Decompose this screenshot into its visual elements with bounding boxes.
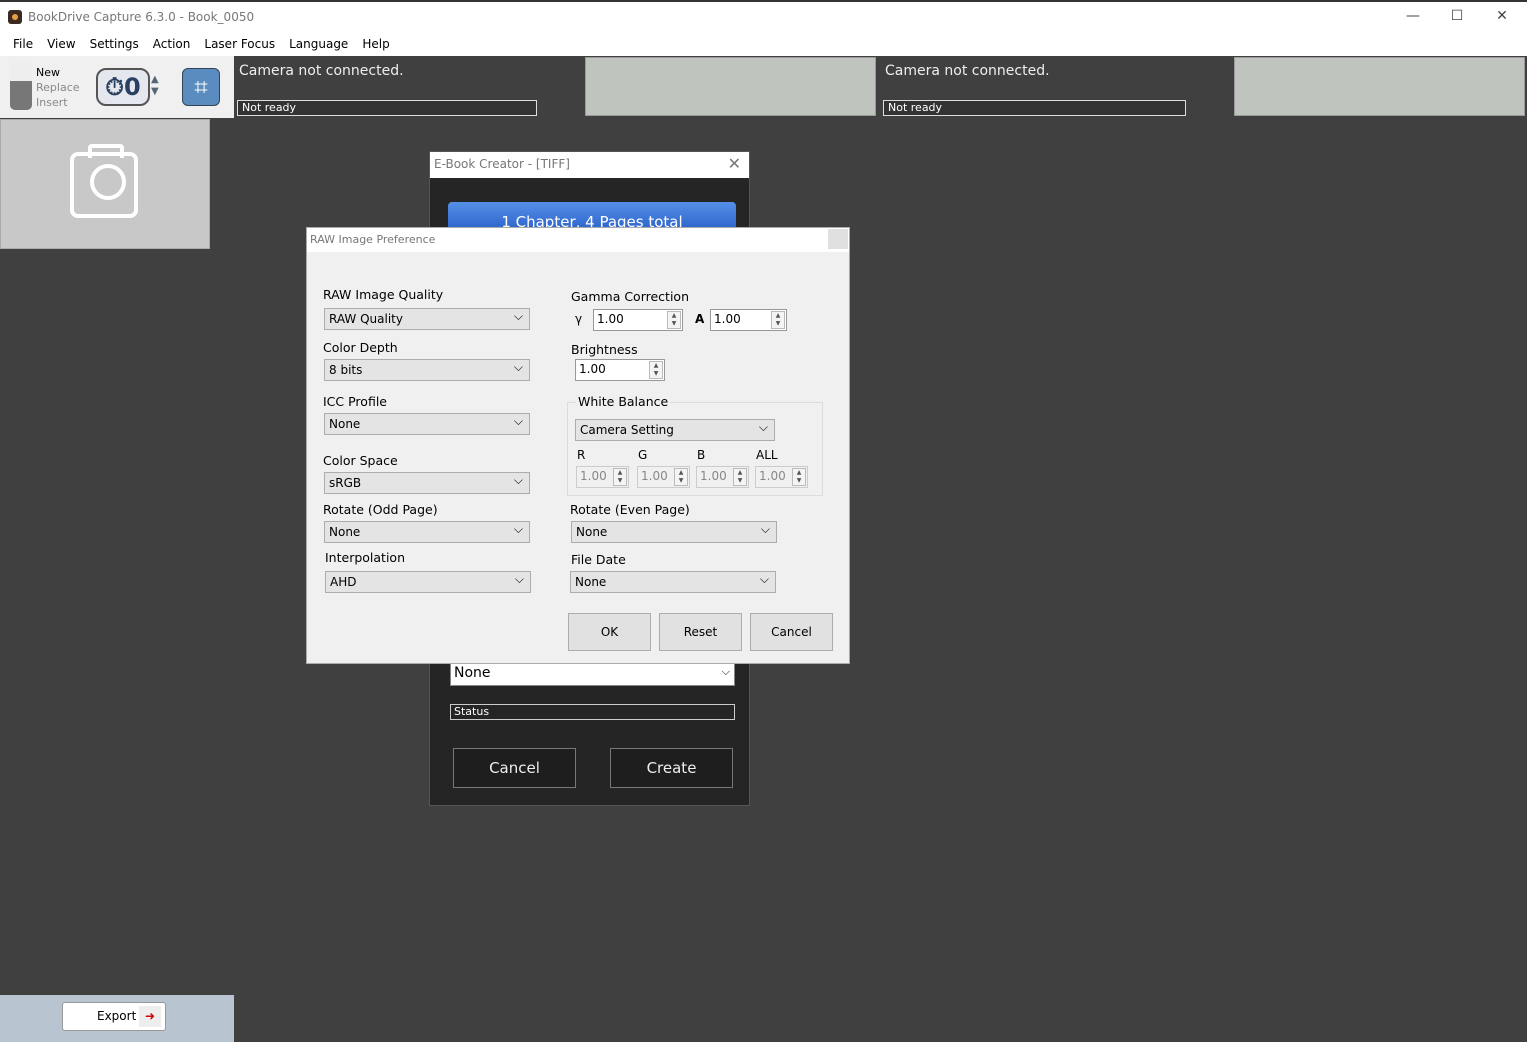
wb-r-input[interactable]: 1.00 ▲ ▼ xyxy=(576,466,629,488)
menu-language[interactable]: Language xyxy=(282,32,355,56)
raw-quality-select[interactable]: RAW Quality xyxy=(324,308,530,330)
brightness-input[interactable]: 1.00 ▲ ▼ xyxy=(575,359,665,381)
ebook-select[interactable]: None ⌵ xyxy=(450,662,735,686)
interpolation-select[interactable]: AHD xyxy=(325,571,531,593)
timer-button[interactable]: ⏱0 xyxy=(96,68,150,106)
g-label: G xyxy=(638,448,648,462)
status-bar: Status xyxy=(450,704,735,720)
spin-arrows-icon[interactable]: ▲ ▼ xyxy=(667,311,681,329)
menu-file[interactable]: File xyxy=(6,32,40,56)
wb-all-input[interactable]: 1.00 ▲ ▼ xyxy=(755,466,808,488)
create-button[interactable]: Create xyxy=(610,748,733,788)
b-label: B xyxy=(697,448,706,462)
camera-right-preview xyxy=(1234,57,1525,116)
interpolation-label: Interpolation xyxy=(325,550,405,565)
spin-arrows-icon[interactable]: ▲ ▼ xyxy=(613,468,627,486)
spin-arrows-icon[interactable]: ▲ ▼ xyxy=(792,468,806,486)
export-label: Export xyxy=(97,1009,137,1023)
menu-bar: File View Settings Action Laser Focus La… xyxy=(0,32,1527,56)
menu-action[interactable]: Action xyxy=(146,32,198,56)
ebook-select-value: None xyxy=(454,665,491,681)
icc-profile-label: ICC Profile xyxy=(323,394,387,409)
color-depth-label: Color Depth xyxy=(323,340,398,355)
camera-icon xyxy=(70,144,138,218)
maximize-button[interactable]: ☐ xyxy=(1447,8,1467,24)
wb-g-value: 1.00 xyxy=(641,469,668,483)
timer-icon: ⏱ xyxy=(105,73,125,101)
spin-arrows-icon[interactable]: ▲ ▼ xyxy=(771,311,785,329)
brightness-value: 1.00 xyxy=(579,362,606,376)
spin-arrows-icon[interactable]: ▲ ▼ xyxy=(649,361,663,379)
window-title: BookDrive Capture 6.3.0 - Book_0050 xyxy=(28,10,255,24)
timer-stepper[interactable]: ▲ ▼ xyxy=(151,74,159,98)
r-label: R xyxy=(577,448,586,462)
camera-left-status: Not ready xyxy=(237,100,537,116)
color-space-select[interactable]: sRGB xyxy=(324,472,530,494)
wb-all-value: 1.00 xyxy=(759,469,786,483)
a-input[interactable]: 1.00 ▲ ▼ xyxy=(710,309,787,331)
rotate-odd-select[interactable]: None xyxy=(324,521,530,543)
crop-icon[interactable]: ⌗ xyxy=(182,68,220,106)
arrow-right-icon: ➜ xyxy=(139,1006,161,1027)
brightness-label: Brightness xyxy=(571,342,638,357)
raw-title: RAW Image Preference xyxy=(307,228,849,252)
mode-new[interactable]: New xyxy=(36,65,80,80)
gamma-value: 1.00 xyxy=(597,312,624,326)
raw-quality-label: RAW Image Quality xyxy=(323,287,444,302)
reset-button[interactable]: Reset xyxy=(659,613,742,651)
menu-view[interactable]: View xyxy=(40,32,82,56)
camera-right-status: Not ready xyxy=(883,100,1186,116)
color-space-label: Color Space xyxy=(323,453,398,468)
mode-replace[interactable]: Replace xyxy=(36,80,80,95)
wb-g-input[interactable]: 1.00 ▲ ▼ xyxy=(637,466,690,488)
rotate-even-label: Rotate (Even Page) xyxy=(570,502,690,517)
wb-r-value: 1.00 xyxy=(580,469,607,483)
camera-left-preview xyxy=(585,57,876,116)
raw-image-preference-dialog: RAW Image Preference RAW Image Quality R… xyxy=(306,227,850,664)
timer-value: 0 xyxy=(124,73,141,101)
a-label: A xyxy=(695,312,705,326)
ebook-title: E-Book Creator - [TIFF] xyxy=(430,152,749,178)
rotate-even-select[interactable]: None xyxy=(571,521,777,543)
camera-right-message: Camera not connected. xyxy=(885,63,1050,79)
wb-b-value: 1.00 xyxy=(700,469,727,483)
close-icon[interactable]: ✕ xyxy=(728,154,741,173)
white-balance-label: White Balance xyxy=(576,394,671,409)
color-depth-select[interactable]: 8 bits xyxy=(324,359,530,381)
menu-help[interactable]: Help xyxy=(355,32,396,56)
cancel-button[interactable]: Cancel xyxy=(750,613,833,651)
a-value: 1.00 xyxy=(714,312,741,326)
mode-insert[interactable]: Insert xyxy=(36,95,80,110)
left-pane xyxy=(0,249,234,995)
camera-left-message: Camera not connected. xyxy=(239,63,404,79)
close-button[interactable]: ✕ xyxy=(1492,8,1512,24)
gamma-label: Gamma Correction xyxy=(571,289,689,304)
gamma-input[interactable]: 1.00 ▲ ▼ xyxy=(593,309,683,331)
mode-switch[interactable] xyxy=(10,62,32,110)
spin-arrows-icon[interactable]: ▲ ▼ xyxy=(733,468,747,486)
chevron-down-icon: ⌵ xyxy=(721,665,730,678)
all-label: ALL xyxy=(756,448,778,462)
close-button[interactable] xyxy=(828,229,848,249)
title-bar: BookDrive Capture 6.3.0 - Book_0050 — ☐ … xyxy=(0,0,1527,32)
mode-labels: New Replace Insert xyxy=(36,65,80,110)
file-date-select[interactable]: None xyxy=(570,571,776,593)
icc-profile-select[interactable]: None xyxy=(324,413,530,435)
file-date-label: File Date xyxy=(571,552,626,567)
ebook-cancel-button[interactable]: Cancel xyxy=(453,748,576,788)
app-icon xyxy=(8,10,22,24)
export-button[interactable]: Export ➜ xyxy=(62,1002,166,1031)
minimize-button[interactable]: — xyxy=(1403,8,1423,24)
menu-settings[interactable]: Settings xyxy=(83,32,146,56)
spin-arrows-icon[interactable]: ▲ ▼ xyxy=(674,468,688,486)
rotate-odd-label: Rotate (Odd Page) xyxy=(323,502,438,517)
gamma-symbol: γ xyxy=(575,312,583,326)
menu-laser-focus[interactable]: Laser Focus xyxy=(197,32,282,56)
white-balance-select[interactable]: Camera Setting xyxy=(575,419,775,441)
wb-b-input[interactable]: 1.00 ▲ ▼ xyxy=(696,466,749,488)
ok-button[interactable]: OK xyxy=(568,613,651,651)
